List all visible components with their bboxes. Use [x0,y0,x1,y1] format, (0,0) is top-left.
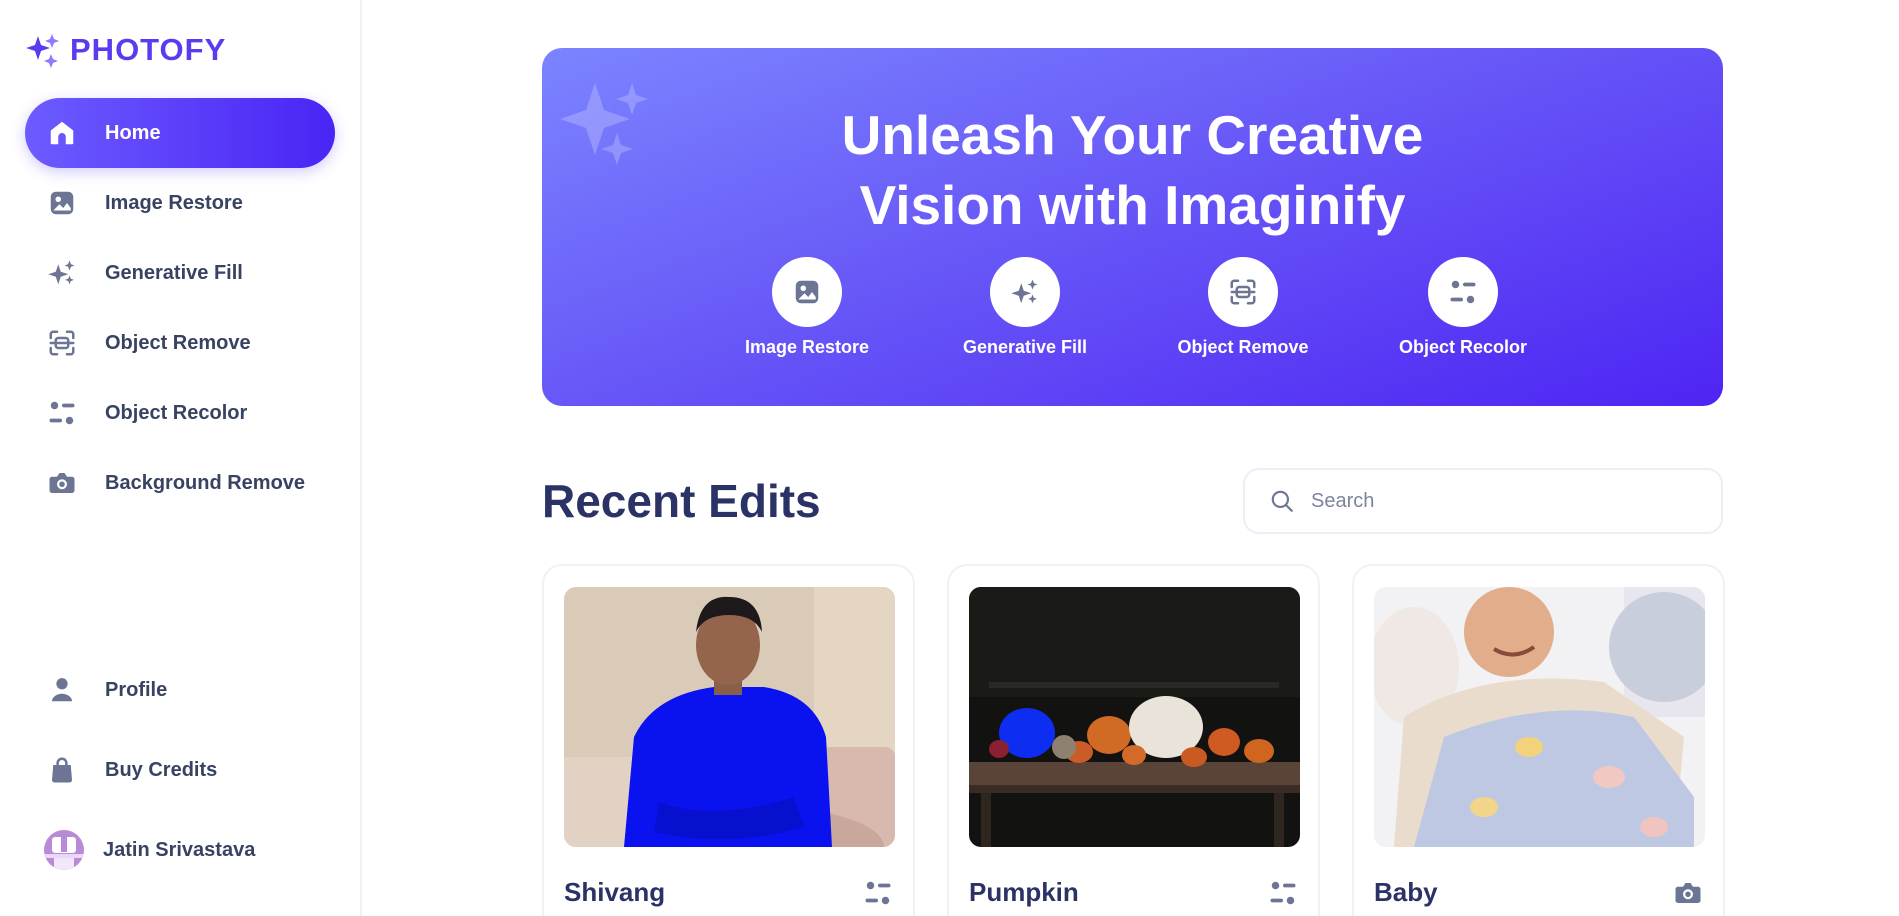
edit-card-title: Shivang [564,877,666,907]
image-icon [795,280,819,304]
hero-banner: Unleash Your Creative Vision with Imagin… [542,48,1723,406]
edit-thumbnail[interactable] [564,587,895,847]
scan-icon [1230,279,1256,305]
sidebar-item-label: Profile [105,678,168,701]
sidebar-item-profile[interactable]: Profile [25,650,335,730]
hero-title: Unleash Your Creative Vision with Imagin… [542,100,1723,240]
sidebar-item-home[interactable]: Home [25,98,335,168]
sidebar-item-image-restore[interactable]: Image Restore [25,168,335,238]
logo-sparkles-icon [26,34,59,68]
camera-icon [1673,878,1703,908]
feature-object-recolor[interactable]: Object Recolor [1383,257,1543,358]
edit-thumbnail[interactable] [1374,587,1705,847]
recent-edits-title: Recent Edits [542,475,821,527]
edit-card-baby[interactable]: Baby [1352,564,1725,916]
user-account[interactable]: Jatin Srivastava [44,830,255,870]
app-name: PHOTOFY [70,32,227,67]
sidebar: PHOTOFY Home Image Restore Generative Fi… [0,0,362,916]
user-name: Jatin Srivastava [103,838,256,861]
sidebar-bottom-nav: Profile Buy Credits [25,650,335,810]
feature-label: Object Remove [1177,337,1309,357]
feature-image-restore[interactable]: Image Restore [727,257,887,358]
scan-icon [45,326,79,360]
search-input[interactable] [1311,489,1671,513]
sidebar-item-background-remove[interactable]: Background Remove [25,448,335,518]
sidebar-item-buy-credits[interactable]: Buy Credits [25,730,335,810]
sparkles-icon [1011,279,1038,304]
feature-label: Generative Fill [962,337,1088,357]
search-box[interactable] [1243,468,1723,534]
image-icon [45,186,79,220]
feature-label: Object Recolor [1398,337,1528,357]
filter-icon [863,878,893,908]
feature-label: Image Restore [744,337,870,357]
feature-icon-circle[interactable] [772,257,842,327]
sidebar-item-label: Background Remove [105,471,306,494]
hero-title-line-1: Unleash Your Creative [841,104,1424,166]
search-icon [1271,490,1293,512]
sidebar-item-label: Generative Fill [105,261,243,284]
app-logo[interactable]: PHOTOFY [24,32,226,68]
shopping-bag-icon [45,753,79,787]
edit-card-shivang[interactable]: Shivang [542,564,915,916]
feature-icon-circle[interactable] [1208,257,1278,327]
sparkles-icon [45,256,79,290]
feature-generative-fill[interactable]: Generative Fill [945,257,1105,358]
hero-title-line-2: Vision with Imaginify [859,174,1406,236]
sidebar-item-label: Buy Credits [105,758,218,781]
avatar[interactable] [44,830,84,870]
filter-icon [1268,878,1298,908]
edit-card-title: Pumpkin [969,877,1079,907]
sidebar-nav: Home Image Restore Generative Fill Objec… [25,98,335,518]
sidebar-item-generative-fill[interactable]: Generative Fill [25,238,335,308]
home-icon [45,116,79,150]
edit-thumbnail[interactable] [969,587,1300,847]
sidebar-item-object-remove[interactable]: Object Remove [25,308,335,378]
filter-icon [1450,280,1476,304]
sidebar-item-object-recolor[interactable]: Object Recolor [25,378,335,448]
sidebar-item-label: Home [105,121,161,144]
sidebar-item-label: Object Remove [105,331,251,354]
camera-icon [45,466,79,500]
feature-object-remove[interactable]: Object Remove [1163,257,1323,358]
sidebar-item-label: Image Restore [105,191,243,214]
edit-card-title: Baby [1374,877,1438,907]
feature-icon-circle[interactable] [1428,257,1498,327]
sidebar-item-label: Object Recolor [105,401,248,424]
user-icon [45,673,79,707]
edit-card-pumpkin[interactable]: Pumpkin [947,564,1320,916]
feature-icon-circle[interactable] [990,257,1060,327]
filter-icon [45,396,79,430]
